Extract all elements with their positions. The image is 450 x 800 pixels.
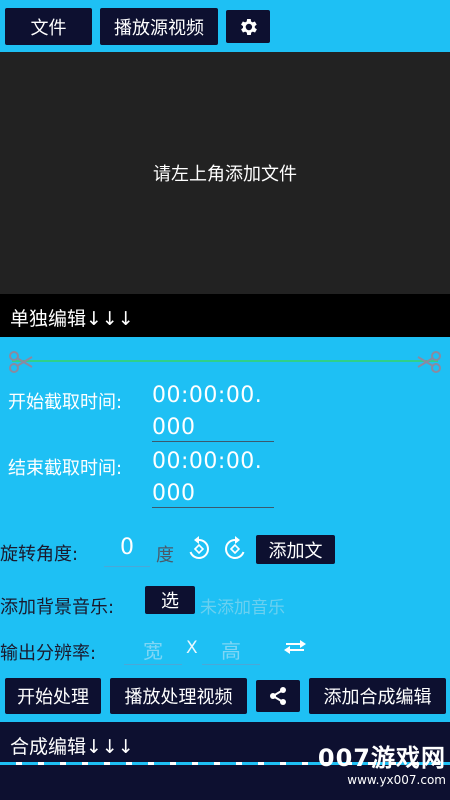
trim-range-slider[interactable] [0,348,450,376]
play-processed-video-button[interactable]: 播放处理视频 [110,678,247,714]
trim-track [12,360,438,362]
rotate-left-icon[interactable] [186,536,212,562]
start-time-underline [152,441,274,442]
end-time-value-line2: 000 [152,481,196,506]
music-label: 添加背景音乐: [0,597,115,618]
height-input[interactable]: 高 [202,635,260,664]
video-preview[interactable]: 请左上角添加文件 [0,52,450,294]
swap-icon[interactable] [282,637,308,657]
start-time-label: 开始截取时间: [8,392,123,413]
start-process-button[interactable]: 开始处理 [5,678,101,714]
resolution-label: 输出分辨率: [0,643,97,664]
play-source-video-button[interactable]: 播放源视频 [100,8,218,45]
scissors-right-icon[interactable] [416,350,442,374]
select-music-button[interactable]: 选 [145,586,195,614]
rotate-angle-input[interactable]: 0 [104,535,150,560]
watermark-url: www.yx007.com [347,773,446,787]
width-input[interactable]: 宽 [124,635,182,664]
start-time-input[interactable]: 00:00:00. 000 [152,380,274,444]
single-edit-bar: 单独编辑↓↓↓ [0,294,450,337]
share-button[interactable] [256,680,300,712]
music-status: 未添加音乐 [200,598,285,618]
start-time-value-line1: 00:00:00. [152,383,263,408]
end-time-input[interactable]: 00:00:00. 000 [152,446,274,510]
gear-icon [241,18,257,35]
rotate-label: 旋转角度: [0,544,79,565]
rotate-unit: 度 [156,545,174,566]
add-text-button[interactable]: 添加文 [256,535,335,564]
end-time-underline [152,507,274,508]
watermark-logo: 007游戏网 www.yx007.com [316,744,446,788]
scissors-left-icon[interactable] [8,350,34,374]
file-button[interactable]: 文件 [5,8,92,45]
height-underline [202,664,260,665]
merge-edit-title: 合成编辑↓↓↓ [10,736,134,758]
preview-hint: 请左上角添加文件 [153,164,297,185]
rotate-angle-underline [104,566,150,567]
add-merge-edit-button[interactable]: 添加合成编辑 [309,678,446,714]
start-time-value-line2: 000 [152,415,196,440]
end-time-label: 结束截取时间: [8,458,123,479]
single-edit-title: 单独编辑↓↓↓ [10,308,134,330]
width-underline [124,664,182,665]
settings-button[interactable] [226,10,270,43]
resolution-separator: X [186,638,198,658]
share-icon [270,687,286,705]
end-time-value-line1: 00:00:00. [152,449,263,474]
watermark-text: 007游戏网 [317,744,446,772]
rotate-right-icon[interactable] [222,536,248,562]
